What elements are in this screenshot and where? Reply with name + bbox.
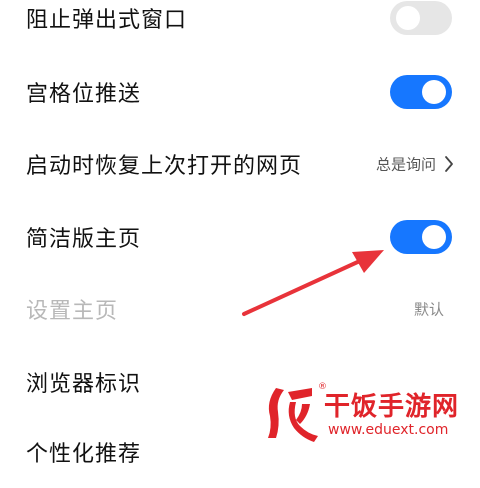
fan-logo-icon [268, 388, 318, 442]
value-restore-pages: 总是询问 [375, 155, 436, 174]
toggle-simple-homepage[interactable] [390, 220, 452, 254]
watermark-url: www.eduext.com [328, 422, 449, 438]
row-label-grid-push: 宫格位推送 [26, 82, 142, 107]
row-label-simple-homepage: 简洁版主页 [26, 227, 142, 252]
watermark-title: 干饭手游网 [324, 392, 460, 422]
chevron-right-icon [445, 156, 453, 172]
row-label-personalized-rec: 个性化推荐 [26, 442, 142, 467]
row-label-browser-ua: 浏览器标识 [26, 372, 142, 397]
toggle-block-popups[interactable] [390, 1, 452, 35]
toggle-knob [396, 6, 420, 30]
row-label-set-homepage: 设置主页 [26, 299, 119, 324]
row-set-homepage: 设置主页 默认 [0, 273, 480, 345]
row-simple-homepage[interactable]: 简洁版主页 [0, 201, 480, 273]
row-restore-pages[interactable]: 启动时恢复上次打开的网页 总是询问 [0, 128, 480, 200]
row-label-block-popups: 阻止弹出式窗口 [26, 8, 188, 33]
value-set-homepage: 默认 [413, 300, 444, 319]
toggle-grid-push[interactable] [390, 75, 452, 109]
watermark: ® 干饭手游网 www.eduext.com [262, 382, 472, 448]
row-grid-push[interactable]: 宫格位推送 [0, 56, 480, 128]
row-block-popups[interactable]: 阻止弹出式窗口 [0, 0, 480, 54]
toggle-knob [422, 80, 446, 104]
toggle-knob [422, 225, 446, 249]
row-label-restore-pages: 启动时恢复上次打开的网页 [26, 154, 303, 179]
